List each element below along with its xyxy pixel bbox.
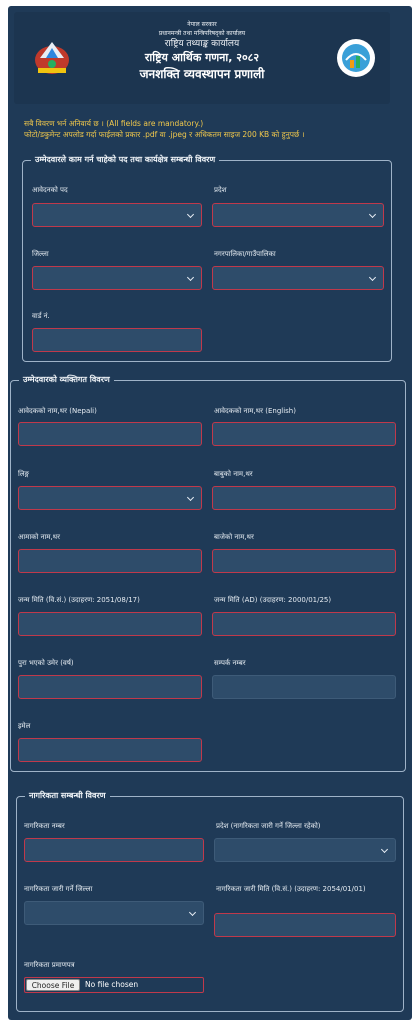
certificate-label: नागरिकता प्रमाणपत्र — [24, 961, 75, 969]
header-line2: प्रधानमन्त्री तथा मन्त्रिपरिषद्को कार्या… — [158, 30, 246, 37]
age-label: पुरा भएको उमेर (वर्ष) — [18, 659, 74, 667]
email-label: इमेल — [18, 722, 31, 730]
dob-bs-label: जन्म मिति (वि.सं.) (उदाहरण: 2051/08/17) — [18, 596, 140, 604]
dob-ad-input[interactable] — [212, 612, 396, 636]
contact-input[interactable] — [212, 675, 396, 699]
certificate-file-input[interactable]: Choose File No file chosen — [24, 977, 204, 993]
district-select[interactable] — [32, 266, 202, 290]
father-label: बाबुको नाम,थर — [214, 470, 253, 478]
gender-select[interactable] — [18, 486, 202, 510]
header-system: जनशक्ति व्यवस्थापन प्रणाली — [139, 67, 265, 81]
grandfather-label: बाजेको नाम,थर — [214, 533, 254, 541]
province-select[interactable] — [212, 203, 384, 227]
section-post-title: उम्मेदवारले काम गर्न चाहेको पद तथा कार्य… — [31, 154, 220, 165]
ward-label: वार्ड नं. — [32, 312, 50, 320]
email-input[interactable] — [18, 738, 202, 762]
header-text: नेपाल सरकार प्रधानमन्त्री तथा मन्त्रिपरि… — [74, 20, 330, 82]
header-banner: नेपाल सरकार प्रधानमन्त्री तथा मन्त्रिपरि… — [14, 12, 390, 104]
dob-ad-label: जन्म मिति (AD) (उदाहरण: 2000/01/25) — [214, 596, 332, 604]
issue-district-label: नागरिकता जारी गर्ने जिल्ला — [24, 885, 93, 893]
name-np-input[interactable] — [18, 422, 202, 446]
contact-label: सम्पर्क नम्बर — [214, 659, 246, 667]
issue-date-input[interactable] — [214, 913, 396, 937]
citizenship-no-input[interactable] — [24, 838, 204, 862]
section-personal-title: उम्मेदवारको व्यक्तिगत विवरण — [19, 374, 114, 385]
issue-province-select[interactable] — [214, 838, 396, 862]
section-citizenship-title: नागरिकता सम्बन्धी विवरण — [25, 790, 110, 801]
issue-date-label: नागरिकता जारी मिति (वि.सं.) (उदाहरण: 205… — [216, 885, 366, 893]
district-label: जिल्ला — [32, 250, 49, 258]
issue-province-label: प्रदेश (नागरिकता जारी गर्ने जिल्ला रहेको… — [216, 822, 321, 830]
header-line1: नेपाल सरकार — [187, 21, 217, 28]
ward-input[interactable] — [32, 328, 202, 352]
gender-label: लिङ्ग — [18, 470, 29, 478]
post-label: आवेदनको पद — [32, 186, 68, 194]
citizenship-no-label: नागरिकता नम्बर — [24, 822, 65, 830]
notice-mandatory: सबै विवरण भर्न अनिवार्य छ । (All fields … — [24, 119, 204, 128]
province-label: प्रदेश — [214, 186, 227, 194]
grandfather-input[interactable] — [212, 549, 396, 573]
header-office: राष्ट्रिय तथ्याङ्क कार्यालय — [164, 39, 240, 49]
census-logo-icon — [337, 39, 375, 77]
name-np-label: आवेदकको नाम,थर (Nepali) — [18, 407, 97, 415]
dob-bs-input[interactable] — [18, 612, 202, 636]
mother-label: आमाको नाम,थर — [18, 533, 61, 541]
nepal-emblem-icon — [35, 42, 69, 74]
notice-upload: फोटो/डकुमेन्ट अपलोड गर्दा फाईलको प्रकार … — [24, 130, 305, 139]
municipality-label: नगरपालिका/गाउँपालिका — [214, 250, 276, 258]
header-census: राष्ट्रिय आर्थिक गणना, २०८२ — [144, 51, 260, 64]
notice-box: सबै विवरण भर्न अनिवार्य छ । (All fields … — [24, 118, 394, 140]
age-input[interactable] — [18, 675, 202, 699]
name-en-label: आवेदकको नाम,थर (English) — [214, 407, 296, 415]
father-input[interactable] — [212, 486, 396, 510]
issue-district-select[interactable] — [24, 901, 204, 925]
file-status-text: No file chosen — [85, 980, 139, 989]
mother-input[interactable] — [18, 549, 202, 573]
name-en-input[interactable] — [212, 422, 396, 446]
municipality-select[interactable] — [212, 266, 384, 290]
choose-file-button[interactable]: Choose File — [26, 979, 80, 991]
post-select[interactable] — [32, 203, 202, 227]
